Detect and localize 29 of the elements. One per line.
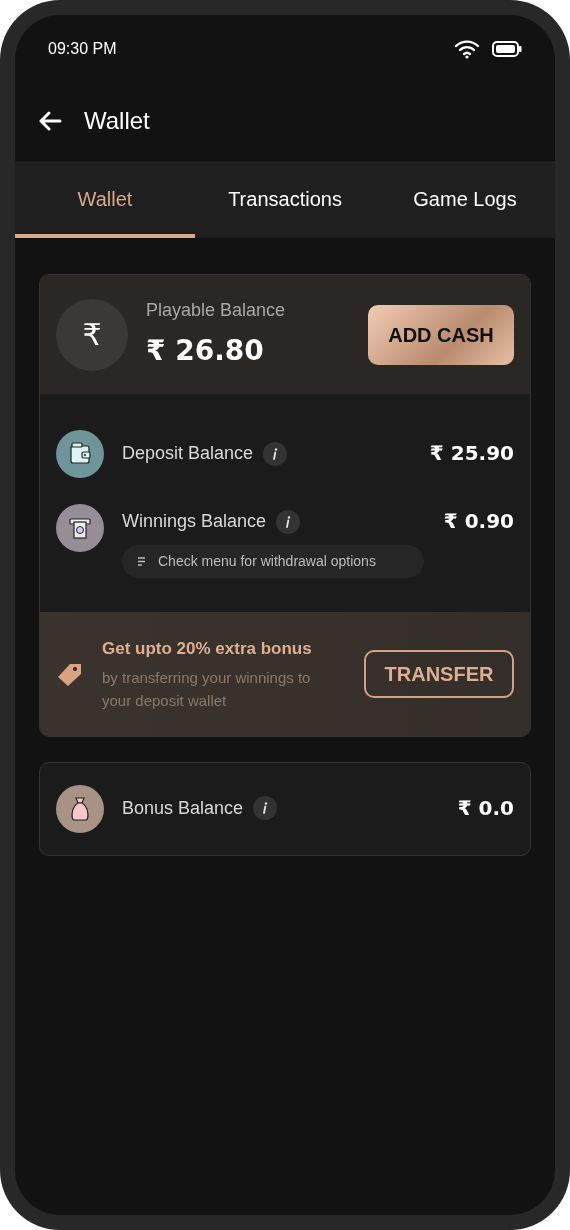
- playable-amount: ₹ 26.80: [146, 333, 265, 369]
- money-bag-icon: [56, 784, 104, 833]
- hint-text: Check menu for withdrawal options: [158, 552, 376, 571]
- status-time: 09:30 PM: [48, 39, 117, 59]
- promo-title: Get upto 20% extra bonus: [102, 638, 313, 660]
- cash-withdrawal-icon: [56, 504, 104, 552]
- wallet-icon: [56, 430, 104, 478]
- balance-label: Deposit Balance: [122, 442, 254, 465]
- balance-amount: ₹ 0.0: [457, 794, 514, 822]
- menu-icon: [138, 557, 146, 566]
- promo-text: by transferring your winnings to your deposit wallet: [102, 667, 312, 711]
- page-title: Wallet: [84, 106, 150, 136]
- info-icon[interactable]: [276, 509, 301, 534]
- balance-amount: ₹ 25.90: [429, 440, 514, 467]
- transfer-button[interactable]: TRANSFER: [364, 649, 514, 698]
- tab[interactable]: Game Logs: [375, 161, 555, 238]
- balance-amount: ₹ 0.90: [443, 508, 514, 535]
- playable-label: Playable Balance: [146, 299, 287, 322]
- back-arrow-icon[interactable]: [38, 111, 62, 131]
- battery-icon: [492, 40, 522, 58]
- rupee-icon: ₹: [56, 298, 128, 371]
- balance-label: Winnings Balance: [122, 510, 267, 533]
- tab[interactable]: Transactions: [195, 161, 375, 238]
- balance-label: Bonus Balance: [122, 796, 244, 820]
- info-icon[interactable]: [253, 796, 278, 820]
- wifi-icon: [454, 39, 480, 59]
- add-cash-button[interactable]: ADD CASH: [368, 304, 514, 365]
- tab[interactable]: Wallet: [15, 161, 195, 238]
- info-icon[interactable]: [263, 441, 288, 466]
